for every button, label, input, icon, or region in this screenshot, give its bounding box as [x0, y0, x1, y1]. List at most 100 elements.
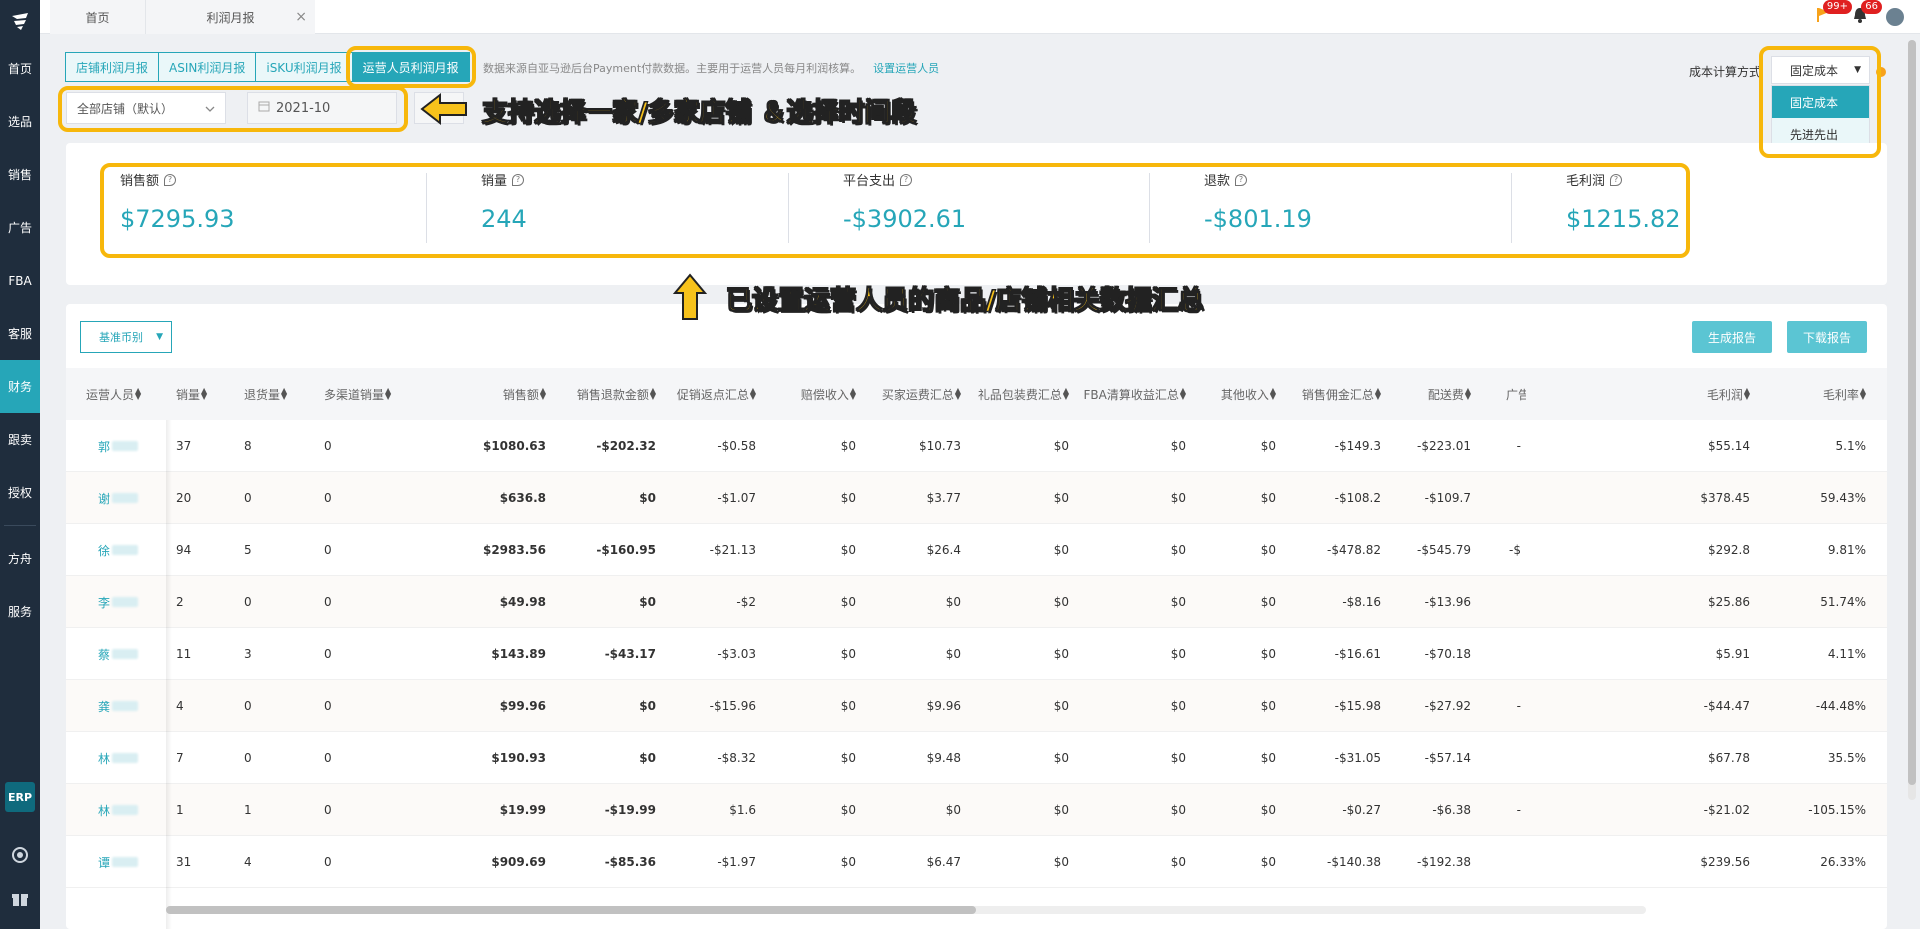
generate-report-button[interactable]: 生成报告: [1692, 321, 1772, 353]
table-cell: $3.77: [866, 472, 961, 524]
avatar[interactable]: [1886, 8, 1904, 26]
table-cell: $0: [1076, 680, 1186, 732]
column-header[interactable]: 配送费 ▲ ▼: [1386, 368, 1471, 420]
sort-icon[interactable]: ▲ ▼: [1465, 387, 1471, 401]
sidebar-item[interactable]: 选品: [0, 95, 40, 148]
column-header[interactable]: FBA清算收益汇总 ▲ ▼: [1076, 368, 1186, 420]
sort-icon[interactable]: ▲ ▼: [201, 387, 207, 401]
column-header[interactable]: 销量 ▲ ▼: [176, 368, 216, 420]
sidebar-item[interactable]: 销售: [0, 148, 40, 201]
operator-name-link[interactable]: 李: [98, 576, 168, 628]
column-header[interactable]: 多渠道销量 ▲ ▼: [324, 368, 404, 420]
gift-icon[interactable]: [10, 890, 30, 910]
scrollbar-thumb[interactable]: [1908, 40, 1916, 785]
sort-icon[interactable]: ▲ ▼: [1180, 387, 1186, 401]
app-logo[interactable]: [0, 0, 40, 42]
column-header[interactable]: 毛利率 ▲ ▼: [1766, 368, 1866, 420]
support-icon[interactable]: [10, 846, 30, 866]
operator-name-link[interactable]: 谢: [98, 472, 168, 524]
operator-name-link[interactable]: 徐: [98, 524, 168, 576]
sort-icon[interactable]: ▲ ▼: [750, 387, 756, 401]
sort-icon[interactable]: ▲ ▼: [1270, 387, 1276, 401]
table-row[interactable]: 林 1 1 0 $19.99 -$19.99 $1.6 $0 $0 $0 $0 $0 -$0.27 -$6…: [66, 784, 1887, 836]
base-currency-button[interactable]: 基准币别 ▼: [80, 321, 172, 353]
cell-text: 0: [324, 439, 332, 453]
column-header[interactable]: 广告: [1506, 368, 1526, 420]
sort-icon[interactable]: ▲ ▼: [955, 387, 961, 401]
sidebar-item[interactable]: 授权: [0, 466, 40, 519]
sidebar-item[interactable]: 广告: [0, 201, 40, 254]
sidebar-item[interactable]: 方舟: [0, 532, 40, 585]
operator-name-link[interactable]: 林: [98, 784, 168, 836]
table-row[interactable]: 龚 4 0 0 $99.96 $0 -$15.96 $0 $9.96 $0 $0 $0 -$15.98 -…: [66, 680, 1887, 732]
table-cell: $239.56: [1666, 836, 1750, 888]
table-cell: 59.43%: [1766, 472, 1866, 524]
cell-text: $99.96: [499, 699, 546, 713]
cell-text: -$140.38: [1327, 855, 1381, 869]
scrollbar-thumb[interactable]: [166, 906, 976, 914]
column-header[interactable]: 促销返点汇总 ▲ ▼: [666, 368, 756, 420]
column-header[interactable]: 销售佣金汇总 ▲ ▼: [1286, 368, 1381, 420]
column-header[interactable]: 毛利润 ▲ ▼: [1666, 368, 1750, 420]
operator-name-link[interactable]: 蔡: [98, 628, 168, 680]
cell-text: -105.15%: [1808, 803, 1866, 817]
table-row[interactable]: 李 2 0 0 $49.98 $0 -$2 $0 $0 $0 $0 $0 -$8.16 -$13.96 $2…: [66, 576, 1887, 628]
operator-name-link[interactable]: 谭: [98, 836, 168, 888]
sidebar-item[interactable]: 财务: [0, 360, 40, 413]
sidebar-item[interactable]: 跟卖: [0, 413, 40, 466]
table-row[interactable]: 蔡 11 3 0 $143.89 -$43.17 -$3.03 $0 $0 $0 $0 $0 -$16.…: [66, 628, 1887, 680]
set-operator-link[interactable]: 设置运营人员: [873, 62, 939, 75]
horizontal-scrollbar[interactable]: [166, 906, 1646, 914]
column-header[interactable]: 销售退款金额 ▲ ▼: [556, 368, 656, 420]
operator-name-link[interactable]: 龚: [98, 680, 168, 732]
sort-icon[interactable]: ▲ ▼: [1063, 387, 1069, 401]
sort-icon[interactable]: ▲ ▼: [850, 387, 856, 401]
column-header[interactable]: 运营人员 ▲ ▼: [86, 368, 156, 420]
column-header[interactable]: 退货量 ▲ ▼: [244, 368, 294, 420]
table-row[interactable]: 徐 94 5 0 $2983.56 -$160.95 -$21.13 $0 $26.4 $0 $0 $…: [66, 524, 1887, 576]
column-header-label: 礼品包装费汇总: [977, 387, 1062, 402]
tab-store-profit[interactable]: 店铺利润月报: [65, 52, 160, 82]
table-row[interactable]: 谭 31 4 0 $909.69 -$85.36 -$1.97 $0 $6.47 $0 $0 $0 -$…: [66, 836, 1887, 888]
cell-text: 11: [176, 647, 192, 661]
table-cell: $0: [1196, 576, 1276, 628]
sort-icon[interactable]: ▲ ▼: [281, 387, 287, 401]
column-header[interactable]: 赔偿收入 ▲ ▼: [776, 368, 856, 420]
erp-button[interactable]: ERP: [5, 782, 35, 812]
sort-icon[interactable]: ▲ ▼: [540, 387, 546, 401]
close-icon[interactable]: ×: [295, 9, 307, 25]
cell-text: 0: [324, 803, 332, 817]
sort-icon[interactable]: ▲ ▼: [1375, 387, 1381, 401]
cell-text: $0: [1260, 543, 1276, 557]
tab-isku-profit[interactable]: iSKU利润月报: [255, 52, 353, 82]
tab-asin-profit[interactable]: ASIN利润月报: [158, 52, 257, 82]
vertical-scrollbar[interactable]: [1908, 40, 1916, 800]
column-header[interactable]: 礼品包装费汇总 ▲ ▼: [971, 368, 1069, 420]
column-header-label: 运营人员: [86, 387, 135, 402]
sidebar-item[interactable]: 服务: [0, 585, 40, 638]
sort-icon[interactable]: ▲ ▼: [1744, 387, 1750, 401]
sidebar-item[interactable]: 客服: [0, 307, 40, 360]
operator-name-link[interactable]: 郭: [98, 420, 168, 472]
tab-home[interactable]: 首页: [50, 0, 145, 34]
download-report-button[interactable]: 下载报告: [1787, 321, 1867, 353]
highlight-cost-method: [1759, 46, 1881, 158]
sort-icon[interactable]: ▲ ▼: [1860, 387, 1866, 401]
cell-text: $0: [1053, 699, 1069, 713]
sidebar-item[interactable]: 首页: [0, 42, 40, 95]
table-row[interactable]: 谢 20 0 0 $636.8 $0 -$1.07 $0 $3.77 $0 $0 $0 -$108.2 -…: [66, 472, 1887, 524]
sort-icon[interactable]: ▲ ▼: [385, 387, 391, 401]
column-header[interactable]: 买家运费汇总 ▲ ▼: [866, 368, 961, 420]
cell-text: $26.4: [926, 543, 961, 557]
table-row[interactable]: 林 7 0 0 $190.93 $0 -$8.32 $0 $9.48 $0 $0 $0 -$31.05 -…: [66, 732, 1887, 784]
tab-profit-monthly[interactable]: 利润月报 ×: [145, 0, 315, 34]
sort-icon[interactable]: ▲ ▼: [135, 387, 141, 401]
table-row[interactable]: 郭 37 8 0 $1080.63 -$202.32 -$0.58 $0 $10.73 $0 $0 $…: [66, 420, 1887, 472]
operator-name-link[interactable]: 林: [98, 732, 168, 784]
sort-icon[interactable]: ▲ ▼: [650, 387, 656, 401]
column-header[interactable]: 其他收入 ▲ ▼: [1196, 368, 1276, 420]
table-cell: $0: [776, 836, 856, 888]
column-header[interactable]: 销售额 ▲ ▼: [466, 368, 546, 420]
sidebar-item[interactable]: FBA: [0, 254, 40, 307]
table-cell: $9.96: [866, 680, 961, 732]
